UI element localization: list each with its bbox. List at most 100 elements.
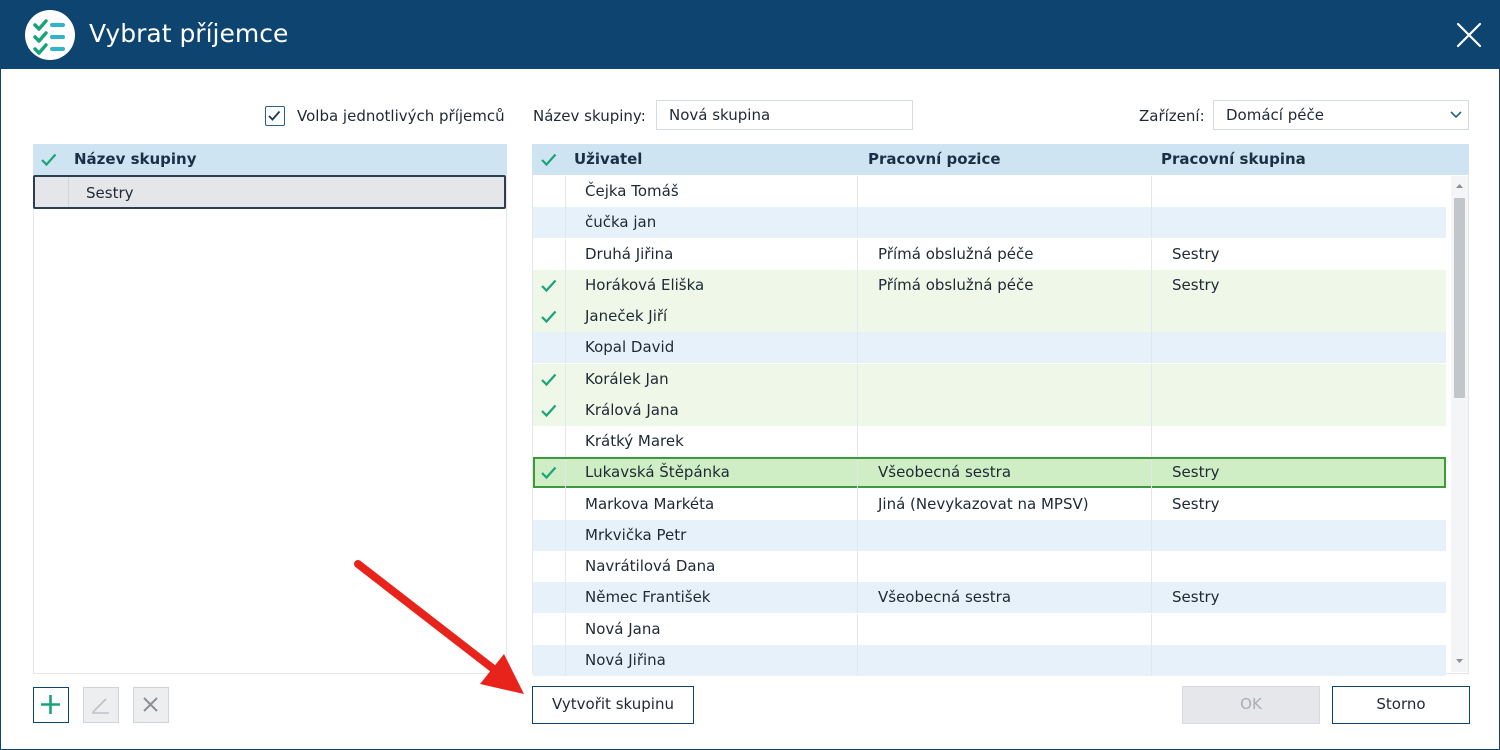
- close-icon[interactable]: [1450, 16, 1488, 54]
- user-cell: Mrkvička Petr: [585, 525, 687, 544]
- table-row[interactable]: Druhá Jiřina Přímá obslužná péče Sestry: [533, 238, 1446, 270]
- table-row[interactable]: Korálek Jan: [533, 363, 1446, 395]
- title-bar: Vybrat příjemce: [0, 0, 1500, 69]
- user-cell: Navrátilová Dana: [585, 557, 716, 575]
- check-all-icon[interactable]: [539, 150, 559, 170]
- cell-divider: [565, 519, 566, 551]
- facility-select[interactable]: Domácí péče: [1213, 100, 1469, 130]
- cell-divider: [857, 301, 858, 332]
- row-check-icon[interactable]: [539, 307, 559, 327]
- facility-value: Domácí péče: [1226, 106, 1324, 124]
- group-row-sestry[interactable]: Sestry: [33, 175, 506, 209]
- user-cell: Králová Jana: [585, 400, 679, 419]
- position-cell: Přímá obslužná péče: [878, 244, 1034, 263]
- table-row[interactable]: Němec František Všeobecná sestra Sestry: [533, 582, 1446, 614]
- cell-divider: [565, 582, 566, 614]
- user-cell: Němec František: [585, 588, 711, 607]
- group-name-input[interactable]: Nová skupina: [656, 100, 913, 130]
- position-cell: Všeobecná sestra: [878, 463, 1012, 482]
- cell-divider: [1151, 582, 1152, 614]
- groups-header: Název skupiny: [33, 144, 507, 175]
- table-row[interactable]: Lukavská Štěpánka Všeobecná sestra Sestry: [533, 457, 1446, 491]
- user-cell: Čejka Tomáš: [585, 182, 679, 200]
- cell-divider: [565, 269, 566, 301]
- add-group-button[interactable]: [33, 687, 69, 723]
- group-name-header[interactable]: Název skupiny: [74, 144, 197, 175]
- cell-divider: [1151, 551, 1152, 582]
- cell-divider: [857, 644, 858, 676]
- table-row[interactable]: Nová Jiřina: [533, 644, 1446, 676]
- edit-group-button[interactable]: [83, 687, 119, 723]
- app-checklist-icon: [25, 10, 75, 60]
- workgroup-cell: Sestry: [1172, 275, 1220, 294]
- cell-divider: [565, 176, 566, 207]
- row-check-icon[interactable]: [539, 401, 559, 421]
- cell-divider: [857, 394, 858, 426]
- cell-divider: [565, 551, 566, 582]
- cell-divider: [565, 363, 566, 395]
- table-row[interactable]: Kopal David: [533, 332, 1446, 364]
- scrollbar-thumb[interactable]: [1454, 198, 1465, 398]
- column-header-user[interactable]: Uživatel: [574, 144, 642, 175]
- user-cell: čučka jan: [585, 213, 657, 232]
- table-row[interactable]: Navrátilová Dana: [533, 551, 1446, 582]
- user-cell: Nová Jiřina: [585, 650, 666, 669]
- row-check-icon[interactable]: [539, 370, 559, 390]
- workgroup-cell: Sestry: [1172, 588, 1220, 607]
- position-cell: Všeobecná sestra: [878, 588, 1012, 607]
- table-row[interactable]: Nová Jana: [533, 613, 1446, 645]
- cell-divider: [565, 238, 566, 270]
- ok-button[interactable]: OK: [1182, 686, 1320, 724]
- user-cell: Krátký Marek: [585, 432, 684, 450]
- table-row[interactable]: Markova Markéta Jiná (Nevykazovat na MPSV…: [533, 488, 1446, 520]
- cell-divider: [565, 644, 566, 676]
- table-row[interactable]: Janeček Jiří: [533, 301, 1446, 332]
- cell-divider: [857, 176, 858, 207]
- table-row[interactable]: Horáková Eliška Přímá obslužná péče Sestry: [533, 269, 1446, 301]
- cell-divider: [1151, 363, 1152, 395]
- cell-divider: [565, 426, 566, 457]
- cell-divider: [1151, 238, 1152, 270]
- table-row[interactable]: Mrkvička Petr: [533, 519, 1446, 551]
- cell-divider: [565, 207, 566, 239]
- table-row[interactable]: Králová Jana: [533, 394, 1446, 426]
- cell-divider: [857, 426, 858, 457]
- window-title: Vybrat příjemce: [89, 19, 289, 48]
- cell-divider: [857, 551, 858, 582]
- table-row[interactable]: Čejka Tomáš: [533, 176, 1446, 207]
- cell-divider: [857, 269, 858, 301]
- cell-divider: [857, 332, 858, 364]
- plus-icon: [41, 695, 60, 714]
- cell-divider: [1151, 426, 1152, 457]
- create-group-button[interactable]: Vytvořit skupinu: [532, 686, 694, 724]
- cancel-button[interactable]: Storno: [1332, 686, 1470, 724]
- row-check-icon[interactable]: [539, 463, 559, 483]
- cell-divider: [1151, 176, 1152, 207]
- cell-divider: [857, 519, 858, 551]
- cell-divider: [1151, 301, 1152, 332]
- workgroup-cell: Sestry: [1172, 494, 1220, 513]
- cell-divider: [565, 488, 566, 520]
- table-row[interactable]: čučka jan: [533, 207, 1446, 239]
- column-header-position[interactable]: Pracovní pozice: [868, 144, 1001, 175]
- table-row[interactable]: Krátký Marek: [533, 426, 1446, 457]
- individual-recipients-checkbox[interactable]: [265, 106, 285, 126]
- cell-divider: [1151, 207, 1152, 239]
- cell-divider: [857, 613, 858, 645]
- user-cell: Horáková Eliška: [585, 275, 705, 294]
- row-check-icon[interactable]: [539, 276, 559, 296]
- red-arrow-pointer: [354, 560, 524, 694]
- cell-divider: [565, 459, 566, 491]
- column-header-workgroup[interactable]: Pracovní skupina: [1161, 144, 1306, 175]
- edit-pencil-icon: [92, 698, 109, 714]
- user-cell: Nová Jana: [585, 619, 661, 638]
- check-all-icon[interactable]: [39, 150, 59, 170]
- user-cell: Korálek Jan: [585, 369, 669, 388]
- cell-divider: [857, 207, 858, 239]
- scroll-up-icon[interactable]: [1455, 183, 1464, 189]
- cell-divider: [1151, 488, 1152, 520]
- delete-group-button[interactable]: [133, 687, 169, 723]
- chevron-down-icon: [1450, 111, 1462, 119]
- user-cell: Kopal David: [585, 338, 675, 357]
- scroll-down-icon[interactable]: [1455, 658, 1464, 664]
